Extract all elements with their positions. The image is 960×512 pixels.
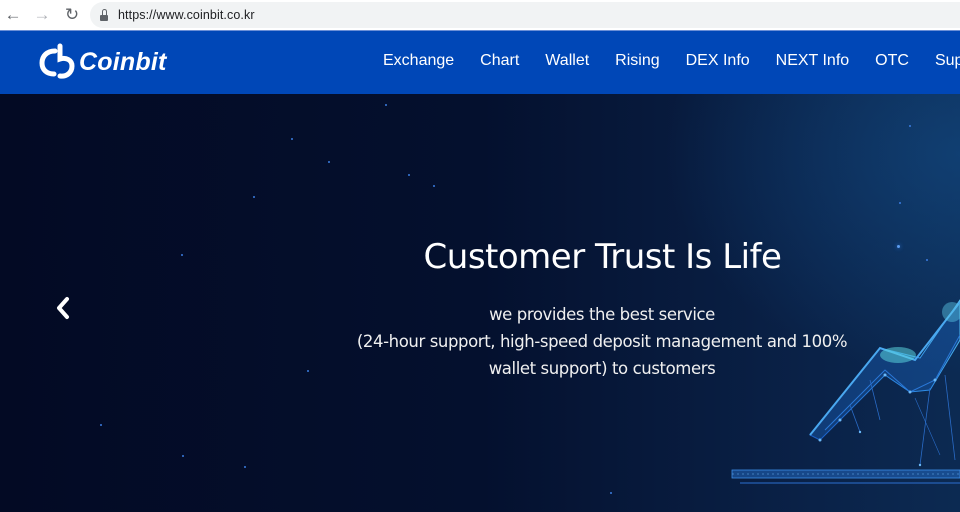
hero-banner: Customer Trust Is Life we provides the b… xyxy=(0,94,960,512)
main-nav: Exchange Chart Wallet Rising DEX Info NE… xyxy=(383,52,960,70)
forward-button[interactable]: → xyxy=(30,3,54,27)
lock-icon xyxy=(100,9,108,21)
logo[interactable]: Coinbit xyxy=(38,43,166,81)
hero-title: Customer Trust Is Life xyxy=(423,237,782,277)
arrow-right-icon: → xyxy=(33,5,51,24)
address-bar[interactable]: https://www.coinbit.co.kr xyxy=(90,2,960,28)
back-button[interactable]: ← xyxy=(1,3,25,27)
star-dot xyxy=(291,138,293,140)
url-text[interactable]: https://www.coinbit.co.kr xyxy=(118,8,255,22)
star-dot xyxy=(328,161,330,163)
nav-wallet[interactable]: Wallet xyxy=(545,52,589,70)
nav-dex-info[interactable]: DEX Info xyxy=(686,52,750,70)
site-header: Coinbit Exchange Chart Wallet Rising DEX… xyxy=(0,31,960,94)
coinbit-logo-icon xyxy=(39,43,75,79)
brand-name: Coinbit xyxy=(79,47,167,76)
nav-next-info[interactable]: NEXT Info xyxy=(776,52,850,70)
browser-toolbar: ← → ↻ https://www.coinbit.co.kr xyxy=(0,0,960,31)
star-dot xyxy=(182,455,184,457)
network-mesh-illustration xyxy=(731,299,960,484)
star-dot xyxy=(244,466,246,468)
nav-support[interactable]: Suppo xyxy=(935,52,960,70)
star-dot xyxy=(433,185,435,187)
star-dot xyxy=(408,174,410,176)
star-dot xyxy=(899,202,901,204)
star-dot xyxy=(385,104,387,106)
reload-button[interactable]: ↻ xyxy=(60,3,84,27)
chevron-left-icon xyxy=(57,297,69,319)
star-dot xyxy=(307,370,309,372)
nav-otc[interactable]: OTC xyxy=(875,52,909,70)
star-dot xyxy=(909,125,911,127)
nav-exchange[interactable]: Exchange xyxy=(383,52,454,70)
arrow-left-icon: ← xyxy=(4,5,22,24)
carousel-prev-button[interactable] xyxy=(52,294,74,322)
star-dot xyxy=(253,196,255,198)
nav-rising[interactable]: Rising xyxy=(615,52,659,70)
star-dot xyxy=(610,492,612,494)
reload-icon: ↻ xyxy=(64,5,80,24)
star-dot xyxy=(100,424,102,426)
nav-chart[interactable]: Chart xyxy=(480,52,519,70)
